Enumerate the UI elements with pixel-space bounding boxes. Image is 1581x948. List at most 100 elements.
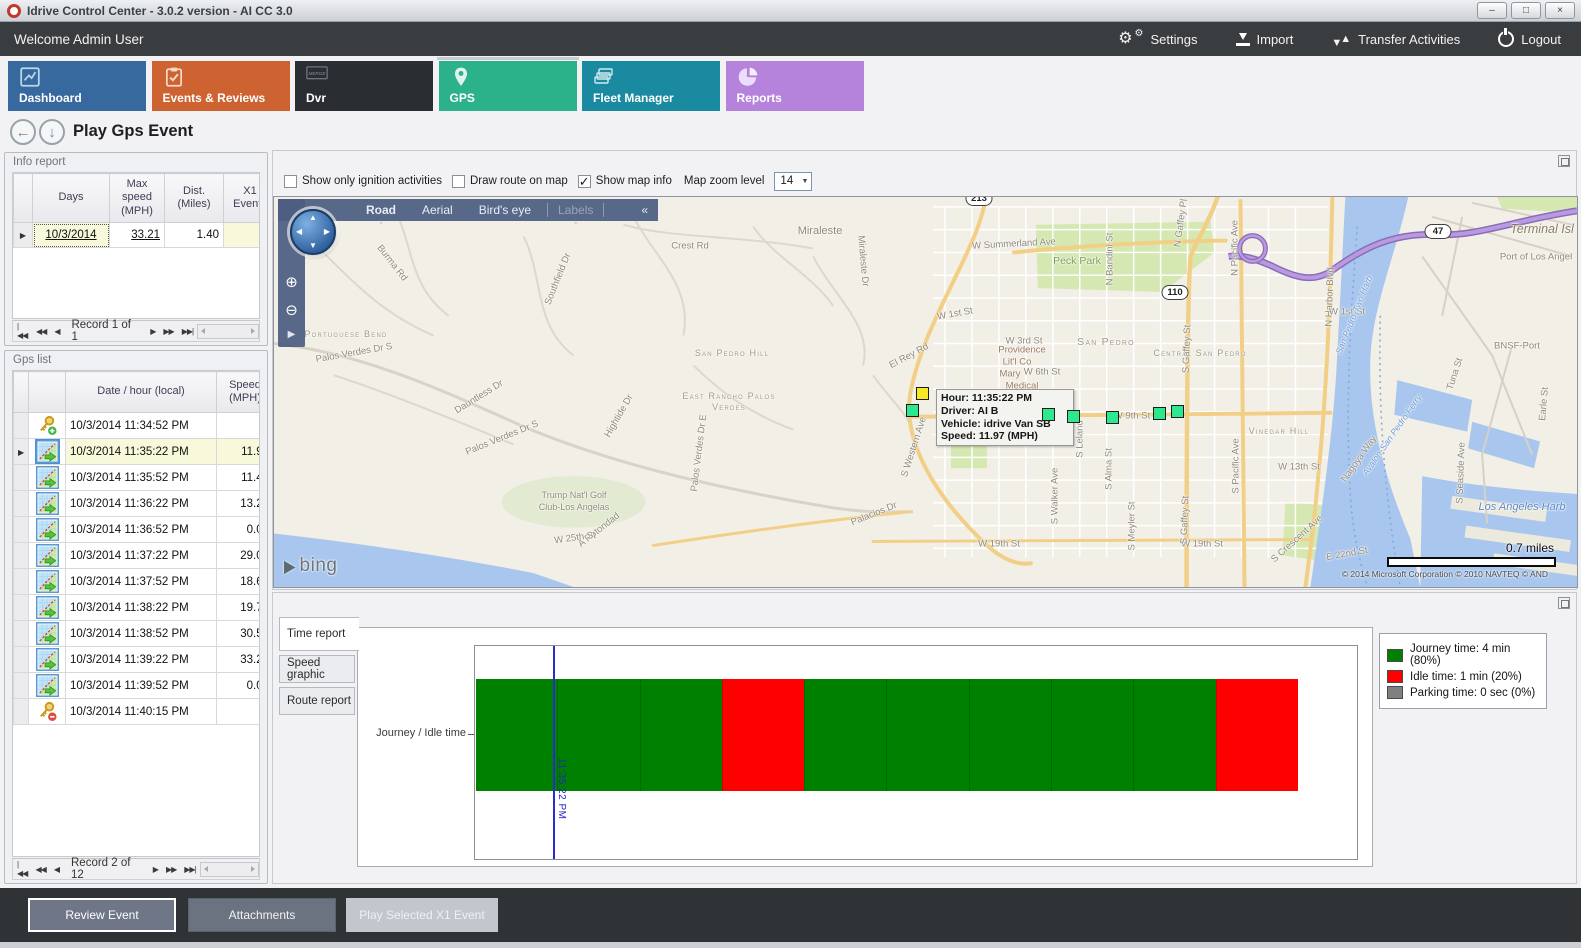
zoom-out-button[interactable]: ⊖ [278, 301, 305, 319]
datetime-cell[interactable]: 10/3/2014 11:39:52 PM [66, 673, 217, 699]
nav-forward-button[interactable]: ▶▶ [166, 865, 176, 874]
checkbox-icon[interactable] [578, 175, 591, 188]
gps-row[interactable]: 10/3/2014 11:35:52 PM11.47 [14, 465, 261, 491]
gps-row[interactable]: 10/3/2014 11:39:22 PM33.21 [14, 647, 261, 673]
gps-row[interactable]: 10/3/2014 11:37:52 PM18.63 [14, 569, 261, 595]
speed-cell: 19.70 [217, 595, 261, 621]
tab-events[interactable]: Events & Reviews [152, 61, 290, 111]
map-canvas[interactable]: MiralesteCrest RdBurma RdSouthfield DrMi… [273, 196, 1578, 588]
gps-row[interactable]: 10/3/2014 11:38:52 PM30.55 [14, 621, 261, 647]
gps-marker[interactable] [906, 404, 919, 417]
selected-gps-marker[interactable] [916, 387, 929, 400]
nav-mini-scrollbar[interactable] [200, 862, 259, 877]
datetime-cell[interactable]: 10/3/2014 11:37:52 PM [66, 569, 217, 595]
datetime-cell[interactable]: 10/3/2014 11:36:52 PM [66, 517, 217, 543]
map-option-checkbox[interactable]: Show only ignition activities [284, 175, 442, 188]
top-action-transfer[interactable]: ▼▲Transfer Activities [1331, 32, 1460, 47]
gps-record-navigator[interactable]: |◀◀◀◀◀Record 2 of 12▶▶▶▶▶| [12, 858, 260, 880]
nav-forward-button[interactable]: ▶▶| [182, 327, 193, 336]
datetime-cell[interactable]: 10/3/2014 11:36:22 PM [66, 491, 217, 517]
tab-dashboard[interactable]: Dashboard [8, 61, 146, 111]
toolbar-collapse-button[interactable]: « [641, 203, 648, 217]
datetime-cell[interactable]: 10/3/2014 11:34:52 PM [66, 413, 217, 439]
tab-fleet[interactable]: Fleet Manager [582, 61, 720, 111]
bar-segment-journey [476, 679, 557, 791]
minimize-button[interactable]: – [1477, 2, 1507, 19]
close-button[interactable]: × [1545, 2, 1575, 19]
gps-row[interactable]: 10/3/2014 11:36:22 PM13.28 [14, 491, 261, 517]
nav-back-button[interactable]: ◀ [54, 865, 59, 874]
tab-dvr[interactable]: MERGEDvr [295, 61, 433, 111]
nav-forward-button[interactable]: ▶ [150, 327, 155, 336]
gps-row[interactable]: 10/3/2014 11:34:52 PM [14, 413, 261, 439]
map-style-birdseye[interactable]: Bird's eye [479, 203, 531, 217]
attachments-button[interactable]: Attachments [188, 898, 336, 932]
legend-swatch [1387, 686, 1403, 699]
nav-back-button[interactable]: ◀ [54, 327, 59, 336]
datetime-cell[interactable]: 10/3/2014 11:38:22 PM [66, 595, 217, 621]
nav-back-button[interactable]: |◀◀ [17, 322, 28, 340]
nav-mini-scrollbar[interactable] [197, 324, 259, 339]
top-action-settings[interactable]: ⚙⚙Settings [1118, 31, 1197, 47]
info-record-navigator[interactable]: |◀◀◀◀◀Record 1 of 1▶▶▶▶▶| [12, 320, 260, 342]
map-style-labels[interactable]: Labels [547, 203, 604, 217]
gps-row[interactable]: 10/3/2014 11:40:15 PM [14, 699, 261, 725]
svg-text:MERGE: MERGE [308, 71, 326, 76]
chart-panel-collapse-button[interactable] [1558, 597, 1570, 609]
nav-forward-button[interactable]: ▶ [153, 865, 158, 874]
map-compass-control[interactable]: ▲▼◀▶ [290, 209, 336, 255]
checkbox-icon[interactable] [284, 175, 297, 188]
report-tab-route-report[interactable]: Route report [279, 687, 355, 715]
map-label: Terminal Isl [1510, 222, 1573, 236]
map-scale-bar [1387, 557, 1556, 567]
map-option-checkbox[interactable]: Draw route on map [452, 175, 568, 188]
zoom-in-button[interactable]: ⊕ [278, 273, 305, 291]
maximize-button[interactable]: □ [1511, 2, 1541, 19]
gps-row[interactable]: 10/3/2014 11:36:52 PM0.00 [14, 517, 261, 543]
tab-gps[interactable]: GPS [439, 61, 577, 111]
gps-marker[interactable] [1067, 410, 1080, 423]
gps-marker[interactable] [1106, 411, 1119, 424]
checkbox-icon[interactable] [452, 175, 465, 188]
report-tab-speed-graphic[interactable]: Speed graphic [279, 655, 355, 683]
datetime-cell[interactable]: 10/3/2014 11:35:22 PM [66, 439, 217, 465]
datetime-cell[interactable]: 10/3/2014 11:40:15 PM [66, 699, 217, 725]
datetime-cell[interactable]: 10/3/2014 11:35:52 PM [66, 465, 217, 491]
legend-entry: Journey time: 4 min (80%) [1387, 643, 1539, 667]
nav-back-button[interactable]: |◀◀ [17, 860, 28, 878]
gps-row[interactable]: 10/3/2014 11:39:52 PM0.00 [14, 673, 261, 699]
map-option-checkbox[interactable]: Show map info [578, 175, 672, 188]
map-zoom-select[interactable]: 14 [774, 172, 812, 191]
gps-row[interactable]: 10/3/2014 11:38:22 PM19.70 [14, 595, 261, 621]
gps-row[interactable]: 10/3/2014 11:37:22 PM29.05 [14, 543, 261, 569]
report-tab-time-report[interactable]: Time report [279, 617, 359, 651]
datetime-cell[interactable]: 10/3/2014 11:37:22 PM [66, 543, 217, 569]
bar-segment-journey [1051, 679, 1133, 791]
nav-back-button[interactable]: ◀◀ [36, 327, 46, 336]
map-style-road[interactable]: Road [366, 203, 396, 217]
nav-forward-button[interactable]: ▶▶ [163, 327, 173, 336]
review-event-button[interactable]: Review Event [28, 898, 176, 932]
nav-back-button[interactable]: ◀◀ [36, 865, 46, 874]
gps-marker[interactable] [1153, 407, 1166, 420]
table-row[interactable]: 10/3/201433.211.400 [14, 223, 261, 248]
nav-forward-button[interactable]: ▶▶| [184, 865, 195, 874]
map-style-aerial[interactable]: Aerial [422, 203, 453, 217]
strip-collapse-icon[interactable]: ▶ [278, 329, 305, 340]
collapse-page-button[interactable]: ↓ [39, 119, 65, 145]
top-action-import[interactable]: Import [1236, 32, 1294, 47]
datetime-cell[interactable]: 10/3/2014 11:39:22 PM [66, 647, 217, 673]
back-button[interactable]: ← [10, 119, 36, 145]
days-cell[interactable]: 10/3/2014 [33, 223, 110, 248]
chart-plot-area: 11:35:22 PM [474, 645, 1358, 860]
top-action-logout[interactable]: Logout [1498, 31, 1561, 47]
gps-marker[interactable] [1171, 405, 1184, 418]
max-speed-cell[interactable]: 33.21 [110, 223, 165, 248]
bing-logo-icon: ▶ [284, 556, 296, 577]
map-label: S Gaffey St [1181, 325, 1194, 374]
map-panel-collapse-button[interactable] [1558, 155, 1570, 167]
gps-marker[interactable] [1042, 408, 1055, 421]
gps-row[interactable]: 10/3/2014 11:35:22 PM11.97 [14, 439, 261, 465]
tab-reports[interactable]: Reports [726, 61, 864, 111]
datetime-cell[interactable]: 10/3/2014 11:38:52 PM [66, 621, 217, 647]
